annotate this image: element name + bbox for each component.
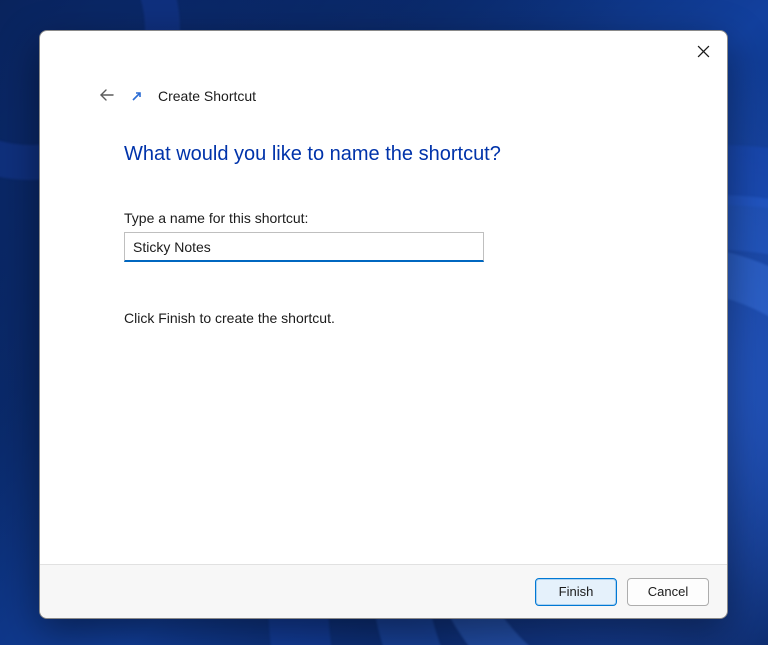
close-icon <box>697 45 710 61</box>
create-shortcut-dialog: Create Shortcut What would you like to n… <box>39 30 728 619</box>
page-heading: What would you like to name the shortcut… <box>124 143 679 166</box>
back-button[interactable] <box>96 85 118 107</box>
dialog-footer: Finish Cancel <box>40 564 727 618</box>
dialog-header: Create Shortcut <box>40 31 727 109</box>
name-field-label: Type a name for this shortcut: <box>124 210 679 226</box>
close-button[interactable] <box>687 39 719 67</box>
shortcut-arrow-icon <box>130 89 144 103</box>
shortcut-name-input[interactable] <box>124 232 484 262</box>
cancel-button[interactable]: Cancel <box>627 578 709 606</box>
finish-button[interactable]: Finish <box>535 578 617 606</box>
back-arrow-icon <box>99 87 115 106</box>
desktop-wallpaper: Create Shortcut What would you like to n… <box>0 0 768 645</box>
dialog-title: Create Shortcut <box>158 88 256 104</box>
dialog-content: What would you like to name the shortcut… <box>40 109 727 564</box>
instruction-text: Click Finish to create the shortcut. <box>124 310 679 326</box>
